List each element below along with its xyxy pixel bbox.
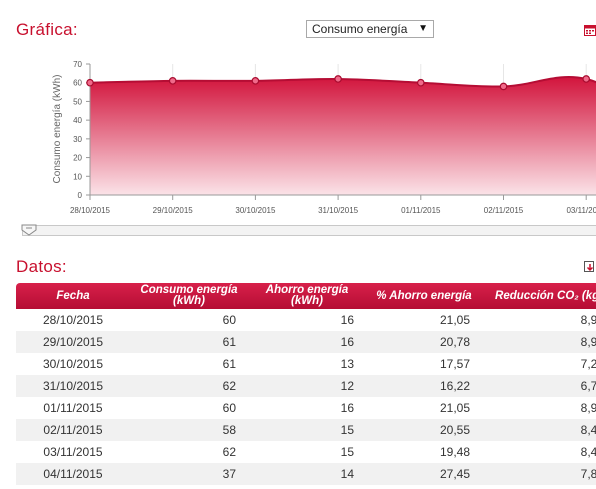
value-cell: 37 bbox=[130, 463, 248, 485]
x-tick-label: 28/10/2015 bbox=[70, 206, 111, 215]
y-tick-label: 70 bbox=[73, 60, 82, 69]
date-cell: 03/11/2015 bbox=[16, 441, 130, 463]
x-tick-label: 30/10/2015 bbox=[235, 206, 276, 215]
x-tick-label: 31/10/2015 bbox=[318, 206, 359, 215]
value-cell: 14 bbox=[248, 463, 366, 485]
column-header[interactable]: Consumo energía (kWh) bbox=[130, 283, 248, 309]
value-cell: 61 bbox=[130, 353, 248, 375]
column-header-label: Reducción CO₂ (kg) bbox=[495, 289, 596, 302]
value-cell: 8,40 bbox=[482, 441, 596, 463]
export-icon[interactable] bbox=[584, 260, 596, 272]
grafica-title: Gráfica: bbox=[16, 20, 78, 39]
y-tick-label: 30 bbox=[73, 135, 82, 144]
data-table-wrapper: Fecha Consumo energía (kWh) Ahorro energía(… bbox=[16, 283, 596, 485]
y-tick-label: 60 bbox=[73, 79, 82, 88]
range-slider-track[interactable] bbox=[22, 225, 596, 236]
value-cell: 16 bbox=[248, 331, 366, 353]
value-cell: 60 bbox=[130, 309, 248, 331]
value-cell: 16 bbox=[248, 397, 366, 419]
consumption-chart: 0 10 20 30 40 50 60 70 28/10/2015 29/10/2015 30/10… bbox=[52, 60, 596, 215]
data-point[interactable] bbox=[251, 77, 260, 85]
value-cell: 21,05 bbox=[366, 397, 482, 419]
value-cell: 8,96 bbox=[482, 331, 596, 353]
column-header-label: % Ahorro energía bbox=[376, 289, 472, 302]
data-point[interactable] bbox=[499, 82, 508, 91]
value-cell: 20,78 bbox=[366, 331, 482, 353]
date-cell: 28/10/2015 bbox=[16, 309, 130, 331]
chart-metric-select[interactable]: Consumo energía ▼ bbox=[306, 20, 434, 38]
x-tick-label: 03/11/2015 bbox=[566, 206, 596, 215]
value-cell: 8,96 bbox=[482, 309, 596, 331]
data-point[interactable] bbox=[168, 77, 177, 85]
value-cell: 19,48 bbox=[366, 441, 482, 463]
x-tick-label: 29/10/2015 bbox=[153, 206, 194, 215]
value-cell: 6,72 bbox=[482, 375, 596, 397]
value-cell: 21,05 bbox=[366, 309, 482, 331]
value-cell: 15 bbox=[248, 419, 366, 441]
column-header-label: Fecha bbox=[56, 289, 90, 302]
select-arrow-icon: ▼ bbox=[418, 23, 428, 34]
y-tick-label: 10 bbox=[73, 172, 82, 181]
date-cell: 30/10/2015 bbox=[16, 353, 130, 375]
column-header[interactable]: Fecha bbox=[16, 283, 130, 309]
value-cell: 16,22 bbox=[366, 375, 482, 397]
column-header-label: (kWh) bbox=[173, 295, 205, 307]
value-cell: 17,57 bbox=[366, 353, 482, 375]
value-cell: 62 bbox=[130, 375, 248, 397]
x-tick-label: 02/11/2015 bbox=[484, 206, 524, 215]
value-cell: 12 bbox=[248, 375, 366, 397]
value-cell: 7,28 bbox=[482, 353, 596, 375]
table-row: 29/10/2015611620,788,96 bbox=[16, 331, 596, 353]
data-table: Fecha Consumo energía (kWh) Ahorro energía(… bbox=[16, 283, 596, 485]
range-slider-handle[interactable] bbox=[21, 224, 37, 236]
value-cell: 8,40 bbox=[482, 419, 596, 441]
date-cell: 02/11/2015 bbox=[16, 419, 130, 441]
y-tick-label: 20 bbox=[73, 154, 82, 163]
table-row: 30/10/2015611317,577,28 bbox=[16, 353, 596, 375]
datos-title: Datos: bbox=[16, 257, 67, 276]
calendar-icon[interactable] bbox=[584, 24, 596, 36]
column-header[interactable]: Reducción CO₂ (kg) bbox=[482, 283, 596, 309]
table-row: 28/10/2015601621,058,96 bbox=[16, 309, 596, 331]
value-cell: 62 bbox=[130, 441, 248, 463]
data-point[interactable] bbox=[86, 78, 94, 87]
date-cell: 31/10/2015 bbox=[16, 375, 130, 397]
value-cell: 7,84 bbox=[482, 463, 596, 485]
date-cell: 29/10/2015 bbox=[16, 331, 130, 353]
table-row: 01/11/2015601621,058,96 bbox=[16, 397, 596, 419]
series-area bbox=[90, 76, 596, 195]
data-point[interactable] bbox=[334, 75, 342, 83]
value-cell: 16 bbox=[248, 309, 366, 331]
y-tick-label: 0 bbox=[78, 191, 83, 200]
table-header-row: Fecha Consumo energía (kWh) Ahorro energía(… bbox=[16, 283, 596, 309]
column-header[interactable]: Ahorro energía (kWh) bbox=[248, 283, 366, 309]
value-cell: 61 bbox=[130, 331, 248, 353]
value-cell: 27,45 bbox=[366, 463, 482, 485]
column-header[interactable]: % Ahorro energía bbox=[366, 283, 482, 309]
value-cell: 15 bbox=[248, 441, 366, 463]
table-row: 04/11/2015371427,457,84 bbox=[16, 463, 596, 485]
value-cell: 20,55 bbox=[366, 419, 482, 441]
column-header-label: (kWh) bbox=[291, 295, 323, 307]
value-cell: 60 bbox=[130, 397, 248, 419]
value-cell: 8,96 bbox=[482, 397, 596, 419]
y-axis-label: Consumo energía (kWh) bbox=[52, 75, 63, 184]
y-tick-label: 50 bbox=[73, 97, 82, 106]
table-row: 02/11/2015581520,558,40 bbox=[16, 419, 596, 441]
date-cell: 01/11/2015 bbox=[16, 397, 130, 419]
table-row: 03/11/2015621519,488,40 bbox=[16, 441, 596, 463]
y-tick-label: 40 bbox=[73, 116, 82, 125]
chart-metric-select-value: Consumo energía bbox=[312, 22, 408, 36]
x-tick-label: 01/11/2015 bbox=[401, 206, 441, 215]
value-cell: 58 bbox=[130, 419, 248, 441]
data-point[interactable] bbox=[416, 78, 425, 87]
data-point[interactable] bbox=[582, 75, 591, 83]
value-cell: 13 bbox=[248, 353, 366, 375]
table-row: 31/10/2015621216,226,72 bbox=[16, 375, 596, 397]
date-cell: 04/11/2015 bbox=[16, 463, 130, 485]
